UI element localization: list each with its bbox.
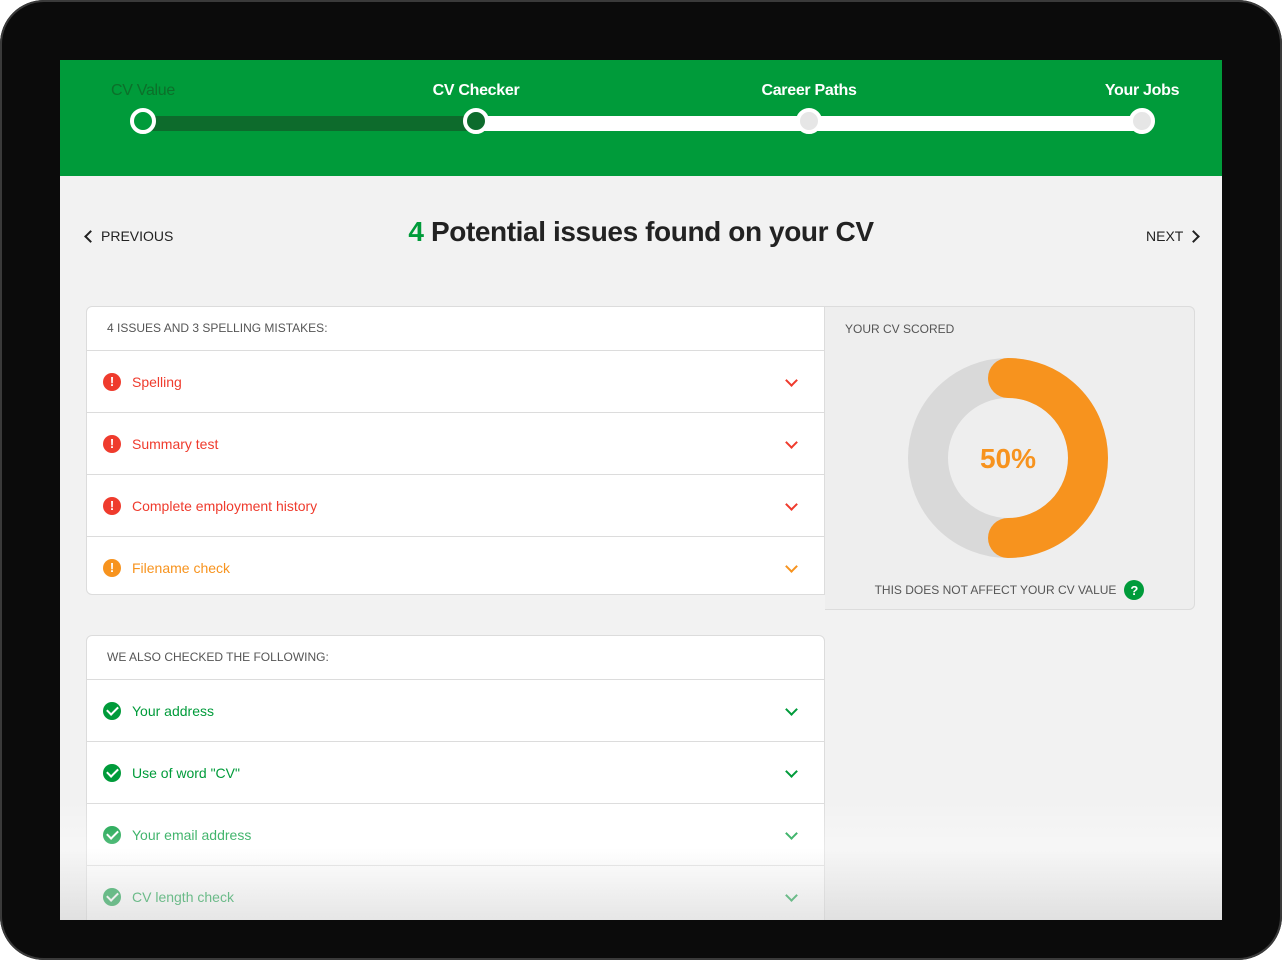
page-title: 4 Potential issues found on your CV [60, 216, 1222, 248]
chevron-down-icon[interactable] [785, 765, 798, 778]
issues-panel: 4 ISSUES AND 3 SPELLING MISTAKES: ! Spell… [86, 306, 825, 595]
step-label-career-paths[interactable]: Career Paths [761, 82, 856, 100]
check-item-row[interactable]: Your email address [87, 804, 824, 866]
step-node-cv-value[interactable] [130, 108, 156, 134]
progress-track [143, 116, 1143, 131]
warning-icon: ! [103, 558, 121, 577]
next-label: NEXT [1146, 228, 1184, 244]
score-donut-chart: 50% [908, 358, 1108, 558]
issues-list: ! Spelling! Summary test! Complete employme… [87, 351, 824, 598]
score-header: YOUR CV SCORED [845, 322, 955, 336]
step-label-your-jobs[interactable]: Your Jobs [1105, 82, 1180, 100]
checkmark-icon [103, 825, 121, 844]
chevron-down-icon[interactable] [785, 827, 798, 840]
score-note: THIS DOES NOT AFFECT YOUR CV VALUE ? [825, 580, 1194, 600]
checkmark-icon [103, 763, 121, 782]
step-label-cv-checker[interactable]: CV Checker [433, 82, 520, 100]
issue-label: Summary test [132, 435, 219, 452]
error-icon: ! [103, 434, 121, 453]
step-node-your-jobs[interactable] [1129, 108, 1155, 134]
chevron-right-icon [1187, 229, 1201, 243]
issue-count: 4 [408, 216, 424, 247]
page-title-text: Potential issues found on your CV [430, 216, 874, 247]
progress-track-fill [143, 116, 476, 131]
issues-panel-header: 4 ISSUES AND 3 SPELLING MISTAKES: [87, 307, 824, 351]
chevron-down-icon[interactable] [785, 703, 798, 716]
checkmark-icon [103, 701, 121, 720]
issue-row[interactable]: ! Summary test [87, 413, 824, 475]
next-button[interactable]: NEXT [1146, 228, 1201, 244]
checked-panel: WE ALSO CHECKED THE FOLLOWING: Your addr… [86, 635, 825, 920]
help-icon[interactable]: ? [1124, 580, 1145, 600]
screen: CV Value CV Checker Career Paths Your Jo… [60, 60, 1222, 920]
check-item-label: Use of word "CV" [132, 764, 240, 781]
issue-label: Spelling [132, 373, 182, 390]
issue-row[interactable]: ! Spelling [87, 351, 824, 413]
checked-panel-header: WE ALSO CHECKED THE FOLLOWING: [87, 636, 824, 680]
checked-list: Your address Use of word "CV" Your email a… [87, 680, 824, 920]
score-note-text: THIS DOES NOT AFFECT YOUR CV VALUE [874, 583, 1117, 597]
chevron-down-icon[interactable] [785, 374, 798, 387]
issue-row[interactable]: ! Complete employment history [87, 475, 824, 537]
check-item-row[interactable]: Use of word "CV" [87, 742, 824, 804]
issue-row[interactable]: ! Filename check [87, 537, 824, 598]
progress-stepper: CV Value CV Checker Career Paths Your Jo… [60, 60, 1222, 176]
chevron-down-icon[interactable] [785, 436, 798, 449]
chevron-down-icon[interactable] [785, 560, 798, 573]
chevron-down-icon[interactable] [785, 498, 798, 511]
check-item-row[interactable]: CV length check [87, 866, 824, 920]
issue-label: Filename check [132, 559, 231, 576]
check-item-label: Your email address [132, 826, 252, 843]
error-icon: ! [103, 372, 121, 391]
check-item-label: Your address [132, 702, 214, 719]
check-item-label: CV length check [132, 888, 234, 905]
step-label-cv-value[interactable]: CV Value [111, 82, 175, 100]
checkmark-icon [103, 887, 121, 906]
laptop-bezel: CV Value CV Checker Career Paths Your Jo… [0, 0, 1282, 960]
step-node-cv-checker[interactable] [463, 108, 489, 134]
error-icon: ! [103, 496, 121, 515]
check-item-row[interactable]: Your address [87, 680, 824, 742]
step-node-career-paths[interactable] [796, 108, 822, 134]
issue-label: Complete employment history [132, 497, 318, 514]
score-panel: YOUR CV SCORED 50% THIS DOES NOT AFFECT … [825, 306, 1195, 610]
score-value: 50% [980, 443, 1036, 474]
